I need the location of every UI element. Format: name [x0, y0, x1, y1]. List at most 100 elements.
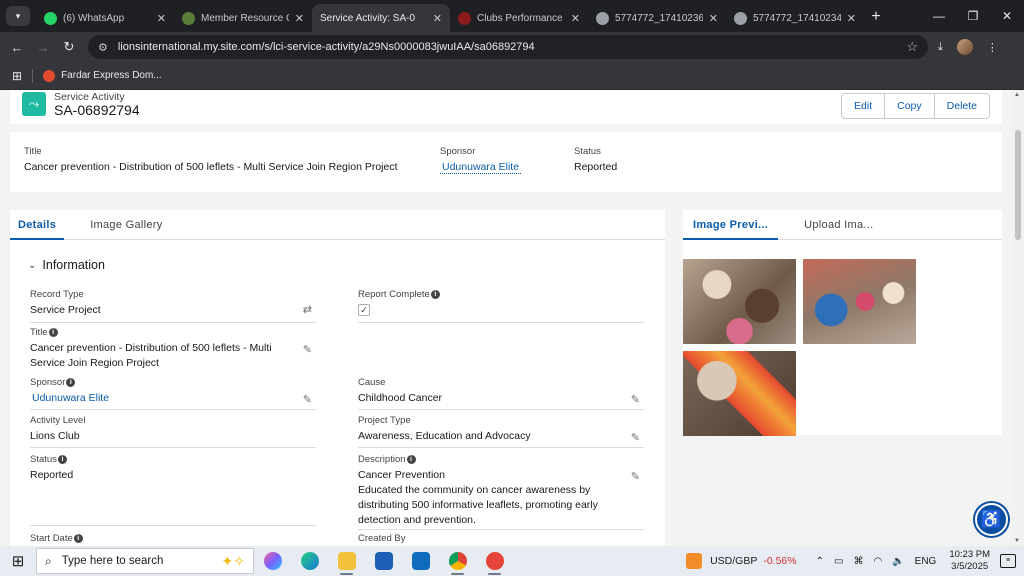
close-icon[interactable]: ✕ [157, 12, 166, 25]
bookmarks-bar: ⊞ Fardar Express Dom... [0, 62, 1024, 90]
scroll-down-icon[interactable]: ▼ [1014, 538, 1020, 544]
copilot-app-icon[interactable] [254, 546, 291, 576]
gallery-image[interactable] [683, 351, 796, 436]
edge-app-icon[interactable] [291, 546, 328, 576]
edit-button[interactable]: Edit [842, 94, 886, 118]
new-tab-button[interactable]: + [864, 8, 888, 26]
chrome-app-icon[interactable] [439, 546, 476, 576]
field-report-complete: Report Complete i ✓ [358, 289, 644, 323]
browser-tab-image-2[interactable]: 5774772_174102340 ✕ [726, 4, 864, 32]
info-icon[interactable]: i [48, 328, 58, 337]
minimize-icon[interactable]: — [922, 9, 956, 23]
site-settings-icon[interactable]: ⚙ [98, 41, 108, 54]
info-icon[interactable]: i [73, 534, 83, 543]
notifications-icon[interactable]: ≡ [1000, 554, 1016, 568]
forward-button[interactable]: → [30, 40, 56, 55]
close-icon[interactable]: ✕ [847, 12, 856, 25]
info-icon[interactable]: i [66, 378, 76, 387]
close-icon[interactable]: ✕ [709, 12, 718, 25]
pencil-edit-icon[interactable]: ✎ [303, 343, 312, 356]
divider [30, 447, 316, 448]
page-content: ⤳ Service Activity SA-06892794 Edit Copy… [0, 90, 1024, 546]
image-gallery-card: Image Previ... Upload Ima... [683, 210, 1002, 436]
address-bar[interactable]: ⚙ lionsinternational.my.site.com/s/lci-s… [88, 35, 928, 59]
delete-button[interactable]: Delete [934, 94, 989, 118]
wifi-icon[interactable]: ◠ [873, 556, 882, 567]
divider [32, 68, 34, 83]
divider [358, 447, 644, 448]
info-icon[interactable]: i [57, 455, 67, 464]
network-icon[interactable]: ⌘ [853, 556, 863, 567]
snipping-tool-icon[interactable] [476, 546, 513, 576]
divider [30, 409, 316, 410]
profile-avatar[interactable] [956, 39, 973, 55]
accessibility-icon[interactable]: ♿ [975, 503, 1008, 536]
close-icon[interactable]: ✕ [433, 12, 442, 25]
file-explorer-icon[interactable] [328, 546, 365, 576]
copy-button[interactable]: Copy [885, 94, 935, 118]
close-window-icon[interactable]: ✕ [990, 9, 1024, 23]
tab-upload-image[interactable]: Upload Ima... [794, 210, 883, 240]
bookmark-fardar-express[interactable]: Fardar Express Dom... [61, 70, 162, 81]
highlight-status: Status Reported [574, 146, 618, 173]
sponsor-link[interactable]: Udunuwara Elite [440, 161, 522, 174]
volume-icon[interactable]: 🔈 [892, 556, 904, 567]
pencil-edit-icon[interactable]: ✎ [631, 470, 640, 483]
menu-kebab-icon[interactable]: ⋮ [987, 41, 998, 54]
tab-image-preview[interactable]: Image Previ... [683, 210, 779, 240]
section-information[interactable]: ⌄ Information [28, 258, 105, 272]
field-start-date: Start Date i [30, 533, 316, 546]
info-icon[interactable]: i [406, 455, 416, 464]
scroll-up-icon[interactable]: ▲ [1014, 92, 1020, 98]
scrollbar-thumb[interactable] [1015, 130, 1021, 240]
browser-tab-whatsapp[interactable]: (6) WhatsApp ✕ [36, 4, 174, 32]
browser-tab-clubs-performance[interactable]: Clubs Performance E ✕ [450, 4, 588, 32]
language-indicator[interactable]: ENG [915, 556, 937, 567]
currency-widget[interactable]: USD/GBP -0.56% [686, 553, 797, 569]
gallery-image[interactable] [803, 259, 916, 344]
sponsor-link[interactable]: Udunuwara Elite [30, 391, 316, 406]
taskbar-search[interactable]: ⌕ Type here to search ✦✧ [36, 548, 254, 574]
restore-icon[interactable]: ❐ [956, 9, 990, 23]
download-icon[interactable]: ⤓ [938, 41, 943, 54]
browser-tab-service-activity[interactable]: Service Activity: SA-0 ✕ [312, 4, 450, 32]
close-icon[interactable]: ✕ [295, 12, 304, 25]
browser-tab-member-resource[interactable]: Member Resource Ce ✕ [174, 4, 312, 32]
pencil-edit-icon[interactable]: ✎ [303, 393, 312, 406]
tab-image-gallery[interactable]: Image Gallery [82, 210, 170, 240]
battery-icon[interactable]: ▭ [834, 556, 843, 567]
tab-details[interactable]: Details [10, 210, 65, 240]
browser-tab-image-1[interactable]: 5774772_174102365 ✕ [588, 4, 726, 32]
windows-start-icon[interactable]: ⊞ [0, 552, 36, 570]
lions-logo-icon [182, 11, 195, 25]
windows-taskbar: ⊞ ⌕ Type here to search ✦✧ USD/GBP -0.56… [0, 546, 1024, 576]
change-record-type-icon[interactable]: ⇄ [303, 303, 312, 316]
record-name: SA-06892794 [54, 102, 140, 118]
gallery-tabs: Image Previ... Upload Ima... [683, 210, 1002, 240]
globe-icon [734, 11, 747, 25]
chevron-down-icon: ⌄ [28, 259, 37, 271]
record-header: ⤳ Service Activity SA-06892794 Edit Copy… [10, 90, 1002, 124]
back-button[interactable]: ← [4, 40, 30, 55]
store-app-icon[interactable] [365, 546, 402, 576]
chevron-up-icon[interactable]: ⌃ [816, 556, 824, 567]
outlook-app-icon[interactable] [402, 546, 439, 576]
field-sponsor: Sponsor i Udunuwara Elite ✎ [30, 377, 316, 411]
browser-toolbar: ← → ↻ ⚙ lionsinternational.my.site.com/s… [0, 32, 1024, 62]
info-icon[interactable]: i [430, 290, 440, 299]
report-complete-checkbox[interactable]: ✓ [358, 304, 370, 316]
field-activity-level: Activity Level Lions Club [30, 415, 316, 449]
close-icon[interactable]: ✕ [571, 12, 580, 25]
apps-grid-icon[interactable]: ⊞ [12, 69, 22, 83]
pencil-edit-icon[interactable]: ✎ [631, 393, 640, 406]
fardar-express-icon [43, 69, 56, 82]
gallery-image[interactable] [683, 259, 796, 344]
tab-search-button[interactable]: ▾ [6, 6, 30, 26]
bookmark-star-icon[interactable]: ☆ [906, 39, 918, 55]
reload-button[interactable]: ↻ [56, 39, 82, 55]
page-scrollbar[interactable]: ▲ ▼ [1012, 90, 1024, 546]
pencil-edit-icon[interactable]: ✎ [631, 431, 640, 444]
url-text[interactable]: lionsinternational.my.site.com/s/lci-ser… [118, 41, 906, 53]
clock[interactable]: 10:23 PM 3/5/2025 [949, 549, 990, 573]
divider [358, 409, 644, 410]
